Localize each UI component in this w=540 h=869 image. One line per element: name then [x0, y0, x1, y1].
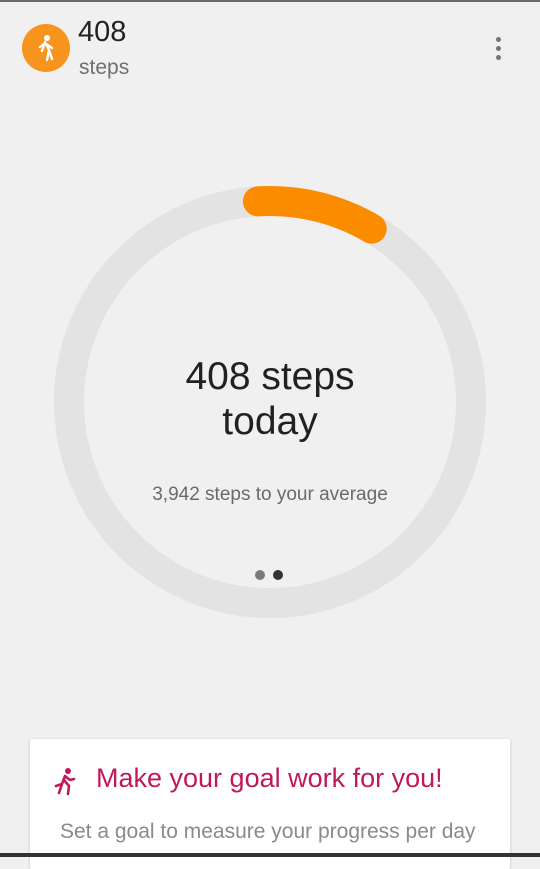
- page-dot-2[interactable]: [273, 570, 283, 580]
- page-indicator[interactable]: [255, 570, 283, 580]
- steps-to-average: 3,942 steps to your average: [152, 484, 388, 505]
- steps-today-line1: 408 steps: [185, 355, 355, 398]
- page-dot-1[interactable]: [255, 570, 265, 580]
- progress-ring-arc: [242, 186, 387, 244]
- goal-card[interactable]: Make your goal work for you! Set a goal …: [30, 739, 510, 869]
- steps-today-line2: today: [222, 400, 318, 443]
- goal-card-title: Make your goal work for you!: [96, 763, 443, 793]
- running-person-icon: [52, 767, 78, 797]
- goal-card-body: Set a goal to measure your progress per …: [60, 820, 476, 843]
- steps-today-heading: 408 steps today: [100, 354, 440, 444]
- screen-bottom-edge: [0, 853, 540, 857]
